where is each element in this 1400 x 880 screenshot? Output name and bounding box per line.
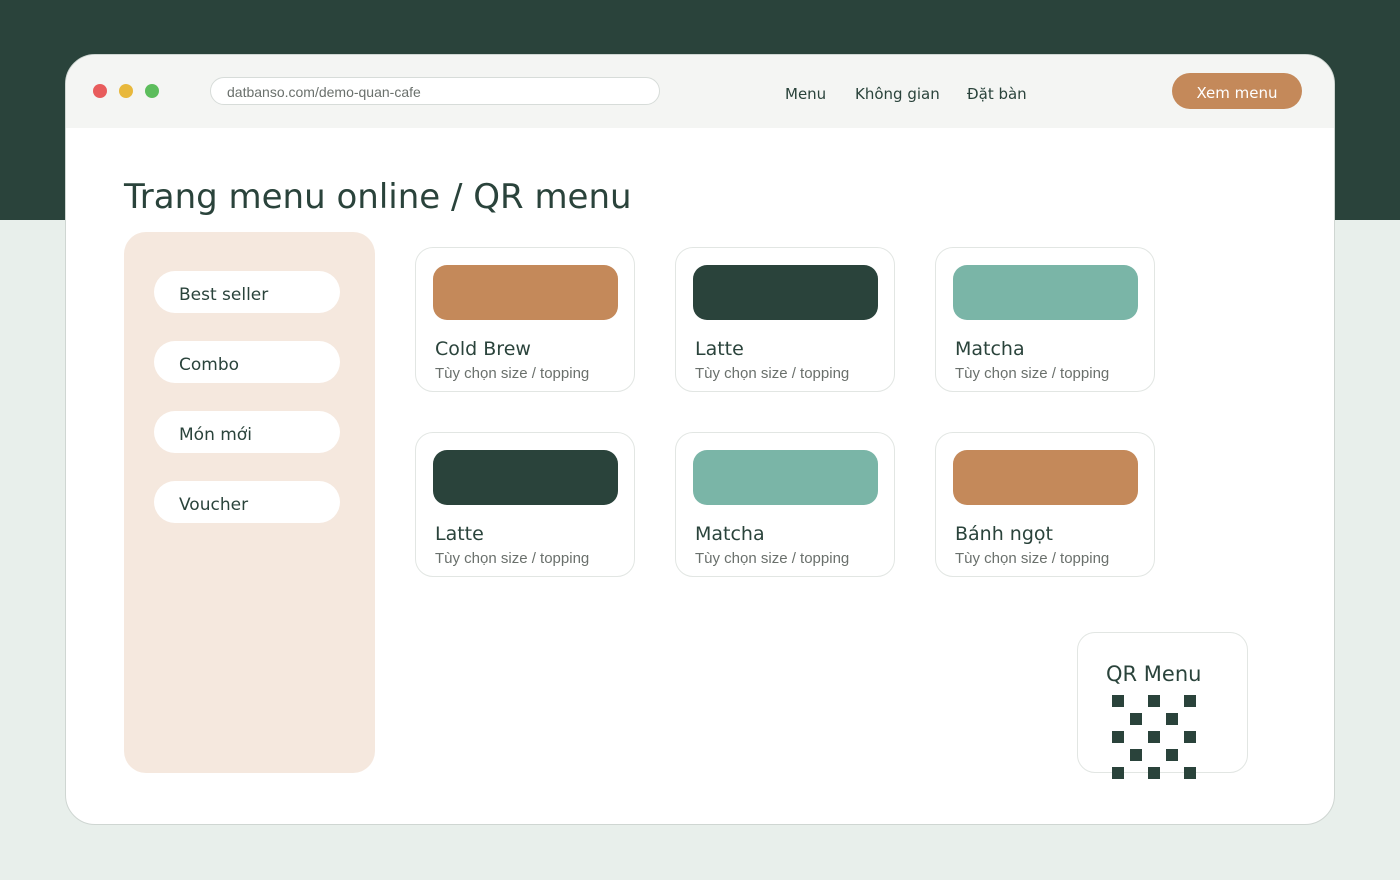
menu-item-name: Matcha <box>955 338 1025 360</box>
close-window-dot[interactable] <box>93 84 107 98</box>
nav-link-dat-ban[interactable]: Đặt bàn <box>967 85 1027 103</box>
menu-item-name: Matcha <box>695 523 765 545</box>
qr-menu-card[interactable]: QR Menu <box>1077 632 1248 779</box>
menu-item-name: Cold Brew <box>435 338 531 360</box>
category-mon-moi[interactable]: Món mới <box>154 411 340 453</box>
menu-item-subtitle: Tùy chọn size / topping <box>435 550 590 567</box>
qr-code-cell <box>1184 695 1196 707</box>
menu-item-card[interactable]: Cold Brew Tùy chọn size / topping <box>415 247 635 392</box>
address-bar[interactable]: datbanso.com/demo-quan-cafe <box>210 77 660 105</box>
qr-code-cell <box>1166 713 1178 725</box>
menu-item-image <box>953 265 1138 320</box>
category-combo[interactable]: Combo <box>154 341 340 383</box>
qr-code-cell <box>1148 731 1160 743</box>
menu-item-image <box>953 450 1138 505</box>
page-title: Trang menu online / QR menu <box>124 177 632 217</box>
qr-menu-title: QR Menu <box>1106 662 1202 686</box>
menu-item-card[interactable]: Latte Tùy chọn size / topping <box>675 247 895 392</box>
qr-code-cell <box>1166 749 1178 761</box>
minimize-window-dot[interactable] <box>119 84 133 98</box>
qr-code-cell <box>1112 695 1124 707</box>
qr-code-cell <box>1184 767 1196 779</box>
menu-item-image <box>433 265 618 320</box>
menu-item-subtitle: Tùy chọn size / topping <box>435 365 590 382</box>
qr-code-cell <box>1148 767 1160 779</box>
qr-code-cell <box>1112 731 1124 743</box>
qr-code-cell <box>1130 713 1142 725</box>
menu-item-card[interactable]: Latte Tùy chọn size / topping <box>415 432 635 577</box>
nav-link-menu[interactable]: Menu <box>785 85 826 103</box>
browser-titlebar: datbanso.com/demo-quan-cafe Menu Không g… <box>66 55 1334 128</box>
menu-item-subtitle: Tùy chọn size / topping <box>955 550 1110 567</box>
view-menu-button[interactable]: Xem menu <box>1172 73 1302 109</box>
nav-link-khong-gian[interactable]: Không gian <box>855 85 940 103</box>
menu-item-subtitle: Tùy chọn size / topping <box>695 550 850 567</box>
qr-code-cell <box>1148 695 1160 707</box>
menu-item-card[interactable]: Matcha Tùy chọn size / topping <box>935 247 1155 392</box>
category-sidebar: Best seller Combo Món mới Voucher <box>124 232 375 773</box>
menu-item-image <box>433 450 618 505</box>
browser-window: datbanso.com/demo-quan-cafe Menu Không g… <box>65 54 1335 825</box>
menu-item-subtitle: Tùy chọn size / topping <box>695 365 850 382</box>
category-best-seller[interactable]: Best seller <box>154 271 340 313</box>
menu-item-card[interactable]: Bánh ngọt Tùy chọn size / topping <box>935 432 1155 577</box>
qr-code-cell <box>1130 749 1142 761</box>
maximize-window-dot[interactable] <box>145 84 159 98</box>
menu-item-card[interactable]: Matcha Tùy chọn size / topping <box>675 432 895 577</box>
menu-item-subtitle: Tùy chọn size / topping <box>955 365 1110 382</box>
qr-code-cell <box>1184 731 1196 743</box>
qr-code-cell <box>1112 767 1124 779</box>
menu-item-image <box>693 265 878 320</box>
menu-item-image <box>693 450 878 505</box>
menu-item-name: Bánh ngọt <box>955 523 1053 545</box>
menu-item-name: Latte <box>435 523 484 545</box>
menu-item-name: Latte <box>695 338 744 360</box>
category-voucher[interactable]: Voucher <box>154 481 340 523</box>
